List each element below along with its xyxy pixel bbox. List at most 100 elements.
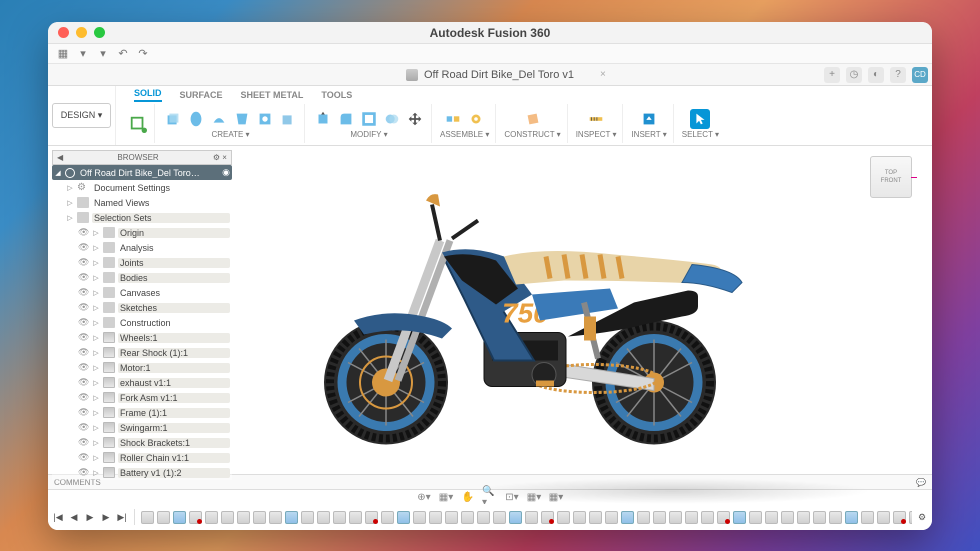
revolve-icon[interactable] — [186, 109, 206, 129]
timeline-feature[interactable] — [381, 511, 394, 524]
timeline-feature[interactable] — [365, 511, 378, 524]
timeline-feature[interactable] — [429, 511, 442, 524]
press-pull-icon[interactable] — [313, 109, 333, 129]
browser-component[interactable]: 👁▷Fork Asm v1:1 — [52, 390, 232, 405]
hole-icon[interactable] — [255, 109, 275, 129]
timeline-feature[interactable] — [301, 511, 314, 524]
modify-label[interactable]: MODIFY ▾ — [350, 130, 387, 139]
timeline-feature[interactable] — [205, 511, 218, 524]
radio-icon[interactable] — [65, 168, 75, 178]
notifications-icon[interactable]: ◷ — [846, 67, 862, 83]
timeline-feature[interactable] — [701, 511, 714, 524]
browser-item[interactable]: 👁▷Joints — [52, 255, 232, 270]
timeline-feature[interactable] — [317, 511, 330, 524]
timeline-feature[interactable] — [397, 511, 410, 524]
timeline-feature[interactable] — [413, 511, 426, 524]
joint-icon[interactable] — [443, 109, 463, 129]
timeline-start-icon[interactable]: |◀ — [52, 511, 64, 523]
shell-icon[interactable] — [359, 109, 379, 129]
model-dirt-bike[interactable]: 750 — [284, 164, 784, 469]
timeline-feature[interactable] — [269, 511, 282, 524]
timeline-feature[interactable] — [573, 511, 586, 524]
timeline-feature[interactable] — [141, 511, 154, 524]
combine-icon[interactable] — [382, 109, 402, 129]
browser-item[interactable]: 👁▷Construction — [52, 315, 232, 330]
inspect-label[interactable]: INSPECT ▾ — [576, 130, 617, 139]
timeline-feature[interactable] — [765, 511, 778, 524]
new-tab-button[interactable]: + — [824, 67, 840, 83]
timeline-feature[interactable] — [717, 511, 730, 524]
extrude-icon[interactable] — [163, 109, 183, 129]
timeline-feature[interactable] — [509, 511, 522, 524]
timeline-feature[interactable] — [221, 511, 234, 524]
insert-icon[interactable] — [639, 109, 659, 129]
viewcube-top[interactable]: TOP — [885, 170, 897, 176]
move-icon[interactable] — [405, 109, 425, 129]
tab-close-icon[interactable]: × — [600, 69, 606, 80]
timeline-feature[interactable] — [685, 511, 698, 524]
browser-component[interactable]: 👁▷exhaust v1:1 — [52, 375, 232, 390]
browser-item[interactable]: ▷Named Views — [52, 195, 232, 210]
browser-component[interactable]: 👁▷Shock Brackets:1 — [52, 435, 232, 450]
timeline-play-icon[interactable]: ▶ — [84, 511, 96, 523]
browser-root[interactable]: ◢ Off Road Dirt Bike_Del Toro… ◉ — [52, 165, 232, 180]
tab-sheet-metal[interactable]: SHEET METAL — [241, 90, 304, 102]
look-icon[interactable]: ▦▾ — [438, 490, 454, 504]
timeline-feature[interactable] — [781, 511, 794, 524]
timeline-feature[interactable] — [589, 511, 602, 524]
file-icon[interactable]: ▾ — [76, 47, 90, 61]
timeline-fwd-icon[interactable]: ▶ — [100, 511, 112, 523]
select-label[interactable]: SELECT ▾ — [682, 130, 719, 139]
save-icon[interactable]: ▾ — [96, 47, 110, 61]
redo-icon[interactable]: ↷ — [136, 47, 150, 61]
app-menu-icon[interactable]: ▦ — [56, 47, 70, 61]
browser-item[interactable]: ▷Selection Sets — [52, 210, 232, 225]
select-icon[interactable] — [690, 109, 710, 129]
timeline-feature[interactable] — [253, 511, 266, 524]
document-tab[interactable]: Off Road Dirt Bike_Del Toro v1 — [424, 69, 574, 81]
browser-item[interactable]: 👁▷Sketches — [52, 300, 232, 315]
eye-icon[interactable]: ◉ — [222, 167, 230, 178]
measure-icon[interactable] — [586, 109, 606, 129]
assemble-label[interactable]: ASSEMBLE ▾ — [440, 130, 489, 139]
browser-component[interactable]: 👁▷Roller Chain v1:1 — [52, 450, 232, 465]
timeline-feature[interactable] — [909, 511, 912, 524]
browser-component[interactable]: 👁▷Wheels:1 — [52, 330, 232, 345]
browser-item[interactable]: 👁▷Bodies — [52, 270, 232, 285]
construct-label[interactable]: CONSTRUCT ▾ — [504, 130, 560, 139]
browser-item[interactable]: 👁▷Origin — [52, 225, 232, 240]
browser-header[interactable]: ◀BROWSER⚙ × — [52, 150, 232, 165]
timeline-feature[interactable] — [877, 511, 890, 524]
browser-component[interactable]: 👁▷Rear Shock (1):1 — [52, 345, 232, 360]
design-workspace-button[interactable]: DESIGN ▾ — [52, 103, 112, 128]
timeline-feature[interactable] — [445, 511, 458, 524]
browser-component[interactable]: 👁▷Swingarm:1 — [52, 420, 232, 435]
timeline-feature[interactable] — [477, 511, 490, 524]
browser-settings-icon[interactable]: ⚙ × — [213, 153, 227, 162]
user-avatar[interactable]: CD — [912, 67, 928, 83]
extensions-icon[interactable]: ◐ — [868, 67, 884, 83]
timeline-feature[interactable] — [173, 511, 186, 524]
browser-item[interactable]: ▷⚙Document Settings — [52, 180, 232, 195]
timeline-feature[interactable] — [493, 511, 506, 524]
timeline-end-icon[interactable]: ▶| — [116, 511, 128, 523]
timeline-feature[interactable] — [157, 511, 170, 524]
loft-icon[interactable] — [232, 109, 252, 129]
timeline-feature[interactable] — [829, 511, 842, 524]
browser-component[interactable]: 👁▷Frame (1):1 — [52, 405, 232, 420]
create-sketch-icon[interactable] — [128, 114, 148, 134]
comment-bubble-icon[interactable]: 💬 — [916, 478, 926, 487]
timeline-feature[interactable] — [797, 511, 810, 524]
browser-component[interactable]: 👁▷Motor:1 — [52, 360, 232, 375]
timeline-feature[interactable] — [525, 511, 538, 524]
timeline-feature[interactable] — [893, 511, 906, 524]
browser-item[interactable]: 👁▷Canvases — [52, 285, 232, 300]
box-icon[interactable] — [278, 109, 298, 129]
timeline-feature[interactable] — [861, 511, 874, 524]
timeline-feature[interactable] — [285, 511, 298, 524]
as-built-joint-icon[interactable] — [466, 109, 486, 129]
browser-item[interactable]: 👁▷Analysis — [52, 240, 232, 255]
timeline-feature[interactable] — [237, 511, 250, 524]
undo-icon[interactable]: ↶ — [116, 47, 130, 61]
timeline-feature[interactable] — [813, 511, 826, 524]
